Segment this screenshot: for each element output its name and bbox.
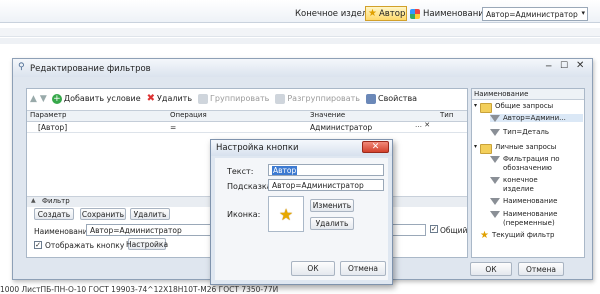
tree-item-label: конечное изделие	[503, 176, 538, 193]
background-panel-strip	[0, 38, 600, 44]
tree-item-label: Тип=Деталь	[503, 128, 550, 136]
common-checkbox[interactable]: ✓	[430, 225, 438, 233]
name-label: Наименование	[423, 9, 490, 19]
author-quick-label: Автор	[378, 8, 406, 19]
tree-item-general-1[interactable]: Автор=Админи...	[490, 114, 583, 122]
tree-item-label: Текущий фильтр	[491, 231, 555, 239]
filter-ok-button[interactable]: ОК	[470, 262, 512, 276]
minimize-button[interactable]: ─	[546, 62, 551, 72]
icon-preview: ★	[268, 196, 304, 232]
text-input[interactable]: Автор	[268, 164, 384, 176]
name-select[interactable]: Автор=Администратор ▾	[482, 7, 588, 21]
dialog-close-button[interactable]: ✕	[362, 141, 389, 153]
dialog-cancel-button[interactable]: Отмена	[340, 261, 386, 276]
funnel-icon	[490, 211, 500, 218]
dialog-ok-button[interactable]: ОК	[291, 261, 335, 276]
author-quick-button[interactable]: ★ Автор	[365, 6, 407, 21]
grid-cell-param[interactable]: [Автор]	[38, 123, 67, 132]
delete-icon-button[interactable]: Удалить	[310, 217, 354, 230]
grid-cell-operation[interactable]: =	[170, 123, 176, 132]
grid-header-operation: Операция	[170, 111, 207, 119]
ungroup-icon	[275, 93, 286, 104]
tree-folder-general-label: Общие запросы	[495, 102, 554, 110]
button-settings-button[interactable]: Настройка	[126, 238, 168, 250]
filter-section-title: Фильтр	[42, 197, 70, 205]
text-label: Текст:	[227, 167, 254, 176]
funnel-icon	[490, 156, 500, 163]
tree-item-label: Автор=Админи...	[503, 114, 566, 122]
common-label: Общий	[440, 226, 468, 235]
star-icon: ★	[368, 7, 377, 19]
dialog-title: Настройка кнопки	[216, 143, 299, 153]
funnel-icon	[490, 198, 500, 205]
collapse-icon: ▾	[474, 102, 478, 109]
group-button[interactable]: Группировать	[198, 93, 270, 104]
star-icon: ★	[278, 204, 294, 224]
add-condition-label: Добавить условие	[63, 94, 141, 103]
show-button-checkbox[interactable]: ✓	[34, 241, 42, 249]
collapse-icon[interactable]: ▲	[31, 197, 36, 204]
grid-cell-value[interactable]: Администратор	[310, 123, 372, 132]
maximize-button[interactable]: ☐	[560, 61, 568, 71]
grid-header-value: Значение	[310, 111, 346, 119]
funnel-icon	[490, 177, 500, 184]
tree-item-label: Фильтрация по обозначению	[503, 155, 560, 172]
arrow-down-icon[interactable]: ▼	[40, 94, 47, 104]
filter-editor-title: Редактирование фильтров	[30, 64, 151, 74]
delete-filter-button[interactable]: Удалить	[130, 208, 170, 220]
value-cell-buttons[interactable]: … ✕	[415, 121, 430, 129]
group-label: Группировать	[210, 94, 270, 103]
tree-item-personal-3[interactable]: Наименование	[490, 197, 557, 205]
tree-item-label: Наименование (переменные)	[503, 210, 558, 227]
properties-icon	[365, 93, 376, 104]
arrow-up-icon[interactable]: ▲	[30, 94, 37, 104]
tree-item-current[interactable]: ★ Текущий фильтр	[480, 230, 555, 241]
tree-folder-personal[interactable]: ▾ Личные запросы	[474, 143, 556, 154]
hint-input[interactable]: Автор=Администратор	[268, 179, 384, 191]
tree-item-personal-4[interactable]: Наименование (переменные)	[490, 210, 573, 228]
grid-row[interactable]	[27, 121, 467, 133]
add-condition-button[interactable]: + Добавить условие	[51, 93, 141, 104]
tree-header-label: Наименование	[474, 90, 529, 98]
status-text: 1000 ЛистПБ-ПН-О-10 ГОСТ 19903-74^12Х18Н…	[0, 285, 279, 294]
name-select-value: Автор=Администратор	[486, 9, 578, 19]
close-button[interactable]: ✕	[576, 60, 584, 71]
chevron-down-icon: ▾	[581, 9, 585, 17]
tree-folder-personal-label: Личные запросы	[495, 143, 557, 151]
filter-toolbar: ▲ ▼ + Добавить условие ✖ Удалить Группир…	[30, 93, 423, 104]
funnel-icon	[490, 115, 500, 122]
folder-icon	[480, 103, 493, 113]
add-icon: +	[51, 93, 62, 104]
delete-condition-button[interactable]: ✖ Удалить	[147, 93, 192, 104]
text-input-value: Автор	[272, 165, 298, 175]
filter-name-label: Наименование	[34, 227, 93, 236]
grid-header-type: Тип	[440, 111, 454, 119]
ungroup-button[interactable]: Разгруппировать	[275, 93, 360, 104]
group-icon	[198, 93, 209, 104]
folder-icon	[480, 144, 493, 154]
background-panel-header	[0, 28, 600, 37]
properties-label: Свойства	[377, 94, 418, 103]
tree-item-personal-2[interactable]: конечное изделие	[490, 176, 563, 194]
save-filter-button[interactable]: Сохранить	[80, 208, 126, 220]
star-icon: ★	[480, 230, 489, 241]
filter-cancel-button[interactable]: Отмена	[518, 262, 564, 276]
change-icon-button[interactable]: Изменить	[310, 199, 354, 212]
tree-item-general-2[interactable]: Тип=Деталь	[490, 128, 549, 136]
properties-button[interactable]: Свойства	[365, 93, 418, 104]
tree-item-label: Наименование	[503, 197, 558, 205]
search-icon: ⚲	[18, 62, 25, 72]
show-button-label: Отображать кнопку	[45, 241, 125, 250]
create-filter-button[interactable]: Создать	[34, 208, 74, 220]
icon-label: Иконка:	[227, 210, 261, 219]
tree-item-personal-1[interactable]: Фильтрация по обозначению	[490, 155, 579, 173]
tree-folder-general[interactable]: ▾ Общие запросы	[474, 102, 553, 113]
delete-condition-label: Удалить	[157, 94, 193, 103]
color-logo-icon	[410, 9, 420, 19]
collapse-icon: ▾	[474, 143, 478, 150]
grid-header-param: Параметр	[30, 111, 67, 119]
ungroup-label: Разгруппировать	[287, 94, 360, 103]
delete-icon: ✖	[146, 93, 156, 104]
funnel-icon	[490, 129, 500, 136]
